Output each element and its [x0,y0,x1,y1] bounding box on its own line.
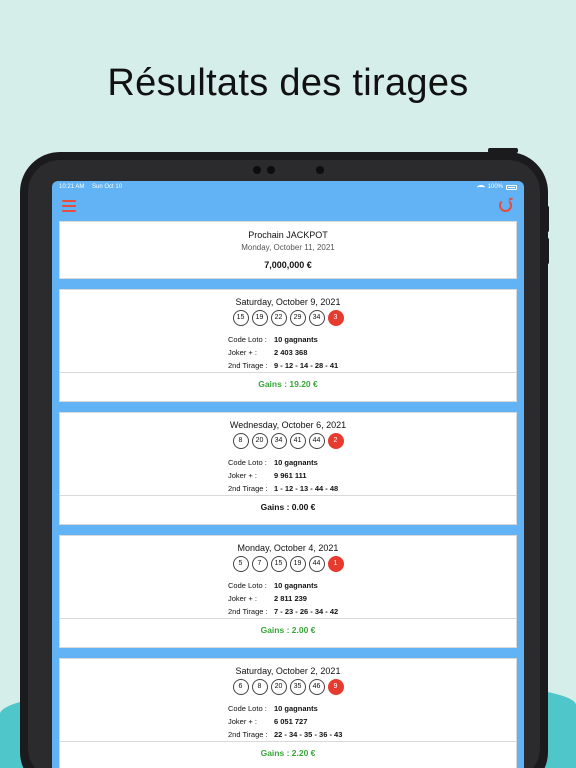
gains-value: Gains : 19.20 € [60,372,516,396]
joker-label: Joker + : [228,717,257,726]
number-ball: 15 [270,556,287,572]
page-title: Résultats des tirages [107,62,469,104]
gains-value: Gains : 0.00 € [60,495,516,519]
battery-icon [506,184,517,190]
refresh-icon[interactable] [499,199,512,212]
code-loto-label: Code Loto : [228,458,267,467]
draw-card[interactable]: Wednesday, October 6, 2021 8 20 34 41 44 2 Co… [59,412,517,525]
number-ball: 41 [289,433,306,449]
number-ball: 19 [251,310,268,326]
number-ball: 29 [289,310,306,326]
joker-value: 9 961 111 [274,471,307,480]
number-ball: 46 [308,679,325,695]
joker-value: 2 811 239 [274,594,307,603]
app-screen: 10:21 AM Sun Oct 10 100% Prochain JACKPO… [52,181,524,768]
second-draw-value: 9 - 12 - 14 - 28 - 41 [274,361,339,370]
number-ball: 20 [270,679,287,695]
second-draw-label: 2nd Tirage : [228,730,268,739]
volume-up-button [546,206,549,232]
lucky-number-ball: 3 [327,310,344,326]
number-ball: 8 [251,679,268,695]
second-draw-value: 7 - 23 - 26 - 34 - 42 [274,607,339,616]
joker-label: Joker + : [228,594,257,603]
number-ball: 34 [270,433,287,449]
second-draw-label: 2nd Tirage : [228,607,268,616]
jackpot-card[interactable]: Prochain JACKPOT Monday, October 11, 202… [59,221,517,279]
number-ball: 6 [232,679,249,695]
second-draw-label: 2nd Tirage : [228,484,268,493]
number-ball: 35 [289,679,306,695]
draw-date: Saturday, October 2, 2021 [235,666,341,676]
second-draw-label: 2nd Tirage : [228,361,268,370]
draw-card[interactable]: Monday, October 4, 2021 5 7 15 19 44 1 Code L… [59,535,517,648]
lucky-number-ball: 9 [327,679,344,695]
hamburger-menu-icon[interactable] [62,200,76,212]
gains-value: Gains : 2.00 € [60,618,516,642]
code-loto-value: 10 gagnants [274,335,318,344]
draw-card[interactable]: Saturday, October 2, 2021 6 8 20 35 46 9 Code… [59,658,517,768]
nav-bar [52,193,524,221]
draw-numbers: 6 8 20 35 46 9 [60,679,516,697]
draw-details: Code Loto : 10 gagnants Joker + : 9 961 11… [228,456,348,495]
volume-down-button [546,238,549,264]
number-ball: 7 [251,556,268,572]
lucky-number-ball: 2 [327,433,344,449]
code-loto-label: Code Loto : [228,335,267,344]
status-time: 10:21 AM [59,184,85,190]
number-ball: 8 [232,433,249,449]
draw-date: Saturday, October 9, 2021 [235,297,341,307]
gains-value: Gains : 2.20 € [60,741,516,765]
number-ball: 19 [289,556,306,572]
number-ball: 44 [308,433,325,449]
number-ball: 44 [308,556,325,572]
draw-date: Monday, October 4, 2021 [237,543,339,553]
code-loto-value: 10 gagnants [274,704,318,713]
number-ball: 5 [232,556,249,572]
second-draw-value: 22 - 34 - 35 - 36 - 43 [274,730,343,739]
lucky-number-ball: 1 [327,556,344,572]
number-ball: 20 [251,433,268,449]
joker-value: 2 403 368 [274,348,308,357]
battery-percent: 100% [487,184,503,190]
number-ball: 15 [232,310,249,326]
code-loto-value: 10 gagnants [274,581,318,590]
number-ball: 22 [270,310,287,326]
status-bar: 10:21 AM Sun Oct 10 100% [52,181,524,193]
draws-list: Saturday, October 9, 2021 15 19 22 29 34 3 Co… [52,289,524,768]
camera-icon [267,166,275,174]
draw-numbers: 5 7 15 19 44 1 [60,556,516,574]
draw-details: Code Loto : 10 gagnants Joker + : 2 811 23… [228,579,348,618]
code-loto-value: 10 gagnants [274,458,318,467]
top-button [488,148,518,153]
draw-card[interactable]: Saturday, October 9, 2021 15 19 22 29 34 3 Co… [59,289,517,402]
joker-value: 6 051 727 [274,717,308,726]
status-date: Sun Oct 10 [92,184,123,190]
draw-numbers: 8 20 34 41 44 2 [60,433,516,451]
jackpot-date: Monday, October 11, 2021 [241,243,335,252]
number-ball: 34 [308,310,325,326]
second-draw-value: 1 - 12 - 13 - 44 - 48 [274,484,339,493]
sensor-icon [253,166,261,174]
draw-date: Wednesday, October 6, 2021 [229,420,347,430]
code-loto-label: Code Loto : [228,704,267,713]
sensor-icon [316,166,324,174]
code-loto-label: Code Loto : [228,581,267,590]
jackpot-amount: 7,000,000 € [264,260,312,270]
jackpot-title: Prochain JACKPOT [248,230,328,240]
draw-details: Code Loto : 10 gagnants Joker + : 2 403 36… [228,333,348,372]
joker-label: Joker + : [228,471,257,480]
wifi-icon [476,184,485,190]
draw-numbers: 15 19 22 29 34 3 [60,310,516,328]
joker-label: Joker + : [228,348,257,357]
draw-details: Code Loto : 10 gagnants Joker + : 6 051 72… [228,702,348,741]
